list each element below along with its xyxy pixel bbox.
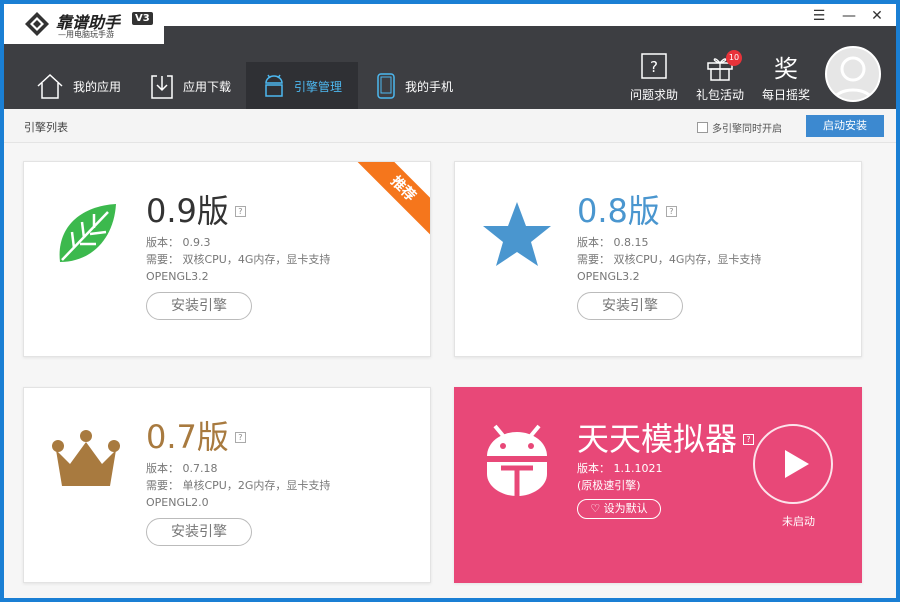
engine-meta: 版本： 1.1.1021 (原极速引擎) — [577, 460, 662, 494]
engine-version: 版本： 0.7.18 — [146, 462, 218, 475]
set-default-label: 设为默认 — [603, 502, 648, 515]
engine-name: 0.7版 — [146, 418, 229, 456]
app-window: 靠谱助手 —用电脑玩手游 V3 ☰ — ✕ 我的应用 应用下载 引擎管理 我的手… — [4, 4, 896, 598]
tool-label: 问题求助 — [629, 88, 678, 102]
engine-title: 0.9版? — [146, 186, 246, 232]
engine-requirement-2: OPENGL2.0 — [146, 496, 209, 509]
install-engine-button[interactable]: 安装引擎 — [577, 292, 683, 320]
engine-title: 天天模拟器? — [577, 414, 755, 460]
android-icon — [265, 74, 283, 97]
multi-engine-checkbox[interactable]: 多引擎同时开启 — [697, 120, 782, 135]
header: 靠谱助手 —用电脑玩手游 V3 ☰ — ✕ 我的应用 应用下载 引擎管理 我的手… — [4, 4, 896, 110]
nav-engine-manage[interactable]: 引擎管理 — [246, 62, 358, 110]
tool-help[interactable]: ? 问题求助 — [626, 52, 682, 103]
leaf-icon — [59, 204, 116, 262]
app-subtitle: —用电脑玩手游 — [58, 30, 114, 39]
help-icon[interactable]: ? — [234, 431, 246, 443]
engine-state: 未启动 — [782, 515, 815, 528]
engine-requirement: 需要： 单核CPU，2G内存，显卡支持 — [146, 479, 331, 492]
version-badge: V3 — [132, 12, 153, 25]
set-default-button[interactable]: ♡ 设为默认 — [577, 499, 661, 519]
nav-app-download[interactable]: 应用下载 — [134, 62, 246, 110]
download-icon — [151, 75, 173, 99]
svg-text:?: ? — [650, 58, 658, 76]
engine-card-07: 0.7版? 版本： 0.7.18 需要： 单核CPU，2G内存，显卡支持 OPE… — [23, 387, 431, 583]
tool-gift[interactable]: 10 礼包活动 — [692, 50, 748, 103]
engine-requirement-2: OPENGL3.2 — [577, 270, 640, 283]
nav-label: 应用下载 — [182, 79, 231, 94]
engine-title: 0.7版? — [146, 412, 246, 458]
minimize-button[interactable]: — — [834, 7, 864, 25]
android-bot-icon — [487, 424, 547, 496]
tool-label: 礼包活动 — [695, 88, 744, 102]
engine-meta: 版本： 0.7.18 需要： 单核CPU，2G内存，显卡支持 OPENGL2.0 — [146, 460, 330, 511]
engine-requirement-2: OPENGL3.2 — [146, 270, 209, 283]
multi-engine-label: 多引擎同时开启 — [712, 124, 782, 135]
nav-label: 我的应用 — [72, 79, 121, 94]
engine-version: 版本： 0.8.15 — [577, 236, 649, 249]
gift-badge: 10 — [726, 50, 742, 66]
sub-toolbar: 引擎列表 多引擎同时开启 启动安装 — [4, 109, 896, 143]
main-nav: 我的应用 应用下载 引擎管理 我的手机 — [22, 62, 470, 110]
logo-icon — [25, 12, 49, 36]
top-tools: ? 问题求助 10 礼包活动 奖 每日摇奖 — [616, 50, 814, 103]
star-icon — [483, 202, 551, 266]
logo-area: 靠谱助手 —用电脑玩手游 V3 — [4, 4, 164, 44]
engine-name: 0.8版 — [577, 192, 660, 230]
help-icon[interactable]: ? — [234, 205, 246, 217]
engine-version: 版本： 1.1.1021 — [577, 462, 663, 475]
engine-name: 天天模拟器 — [577, 420, 738, 458]
engine-meta: 版本： 0.9.3 需要： 双核CPU，4G内存，显卡支持 OPENGL3.2 — [146, 234, 330, 285]
tool-lottery[interactable]: 奖 每日摇奖 — [758, 52, 814, 103]
avatar[interactable] — [825, 46, 881, 102]
lottery-icon: 奖 — [774, 55, 798, 82]
recommend-ribbon: 推荐 — [354, 162, 430, 238]
engine-grid: 0.9版? 版本： 0.9.3 需要： 双核CPU，4G内存，显卡支持 OPEN… — [4, 143, 896, 598]
tool-label: 每日摇奖 — [761, 88, 810, 102]
engine-list-title: 引擎列表 — [24, 121, 68, 134]
nav-my-apps[interactable]: 我的应用 — [22, 62, 134, 110]
engine-card-tiantian: 天天模拟器? 版本： 1.1.1021 (原极速引擎) ♡ 设为默认 未启动 — [454, 387, 862, 583]
checkbox-box[interactable] — [697, 122, 708, 133]
play-button[interactable] — [753, 424, 833, 504]
phone-icon — [377, 73, 395, 99]
engine-requirement: (原极速引擎) — [577, 479, 641, 492]
help-icon: ? — [641, 53, 667, 79]
close-button[interactable]: ✕ — [862, 7, 892, 25]
nav-label: 我的手机 — [404, 79, 453, 94]
engine-card-09: 0.9版? 版本： 0.9.3 需要： 双核CPU，4G内存，显卡支持 OPEN… — [23, 161, 431, 357]
home-icon — [37, 73, 63, 99]
menu-button[interactable]: ☰ — [804, 7, 834, 25]
install-engine-button[interactable]: 安装引擎 — [146, 292, 252, 320]
engine-title: 0.8版? — [577, 186, 677, 232]
help-icon[interactable]: ? — [743, 433, 755, 445]
nav-my-phone[interactable]: 我的手机 — [358, 62, 470, 110]
play-icon — [785, 450, 809, 478]
help-icon[interactable]: ? — [665, 205, 677, 217]
engine-requirement: 需要： 双核CPU，4G内存，显卡支持 — [146, 253, 331, 266]
engine-meta: 版本： 0.8.15 需要： 双核CPU，4G内存，显卡支持 OPENGL3.2 — [577, 234, 761, 285]
user-icon — [832, 56, 874, 100]
crown-icon — [52, 430, 120, 486]
title-bar — [154, 4, 896, 26]
engine-requirement: 需要： 双核CPU，4G内存，显卡支持 — [577, 253, 762, 266]
install-engine-button[interactable]: 安装引擎 — [146, 518, 252, 546]
start-install-button[interactable]: 启动安装 — [806, 115, 884, 137]
svg-text:奖: 奖 — [774, 55, 798, 82]
engine-card-08: 0.8版? 版本： 0.8.15 需要： 双核CPU，4G内存，显卡支持 OPE… — [454, 161, 862, 357]
nav-label: 引擎管理 — [293, 79, 342, 94]
engine-version: 版本： 0.9.3 — [146, 236, 211, 249]
engine-name: 0.9版 — [146, 192, 229, 230]
